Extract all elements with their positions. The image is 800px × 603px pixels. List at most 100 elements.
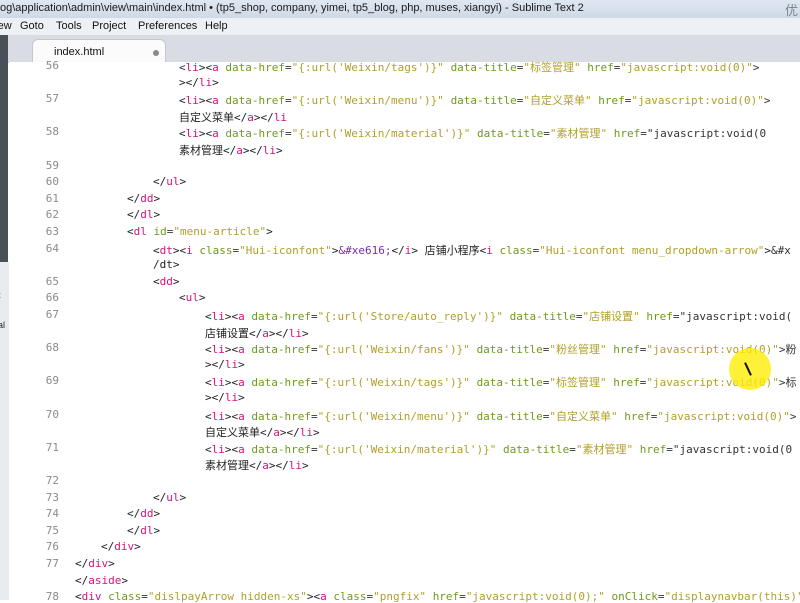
code-token: li <box>212 376 225 389</box>
code-token: a <box>238 443 245 456</box>
code-token: "自定义菜单" <box>549 410 617 423</box>
menu-view[interactable]: View <box>0 20 12 32</box>
code-token: </ <box>249 327 262 340</box>
code-token: id <box>154 225 167 238</box>
code-editor[interactable]: 56<li><a data-href="{:url('Weixin/tags')… <box>9 62 800 600</box>
line-number: 69 <box>9 374 59 387</box>
code-line: <dl id="menu-article"> <box>127 225 273 238</box>
menu-project[interactable]: Project <box>92 20 126 32</box>
code-token: = <box>311 376 318 389</box>
code-token: "pngfix" <box>373 590 426 603</box>
watermark-logo: 优 <box>785 0 798 19</box>
code-token: li <box>300 426 313 439</box>
code-line: <li><a data-href="{:url('Weixin/material… <box>205 441 792 457</box>
code-token: > <box>134 540 141 553</box>
code-token: > <box>764 244 771 257</box>
line-number: 61 <box>9 192 59 205</box>
line-number: 58 <box>9 125 59 138</box>
code-line: </aside> <box>75 574 128 587</box>
code-token: "displaynavbar(this)" <box>665 590 800 603</box>
code-token: </ <box>153 175 166 188</box>
code-token <box>470 376 477 389</box>
code-line: </ul> <box>153 491 186 504</box>
code-token: > <box>173 275 180 288</box>
code-token: = <box>569 443 576 456</box>
code-token: ></ <box>280 426 300 439</box>
code-token: > <box>154 192 161 205</box>
line-number: 70 <box>9 408 59 421</box>
code-token: data-title <box>477 343 543 356</box>
code-line: <dt><i class="Hui-iconfont">&#xe616;</i>… <box>153 242 791 258</box>
code-token: 店铺设置 <box>205 327 249 340</box>
menu-goto[interactable]: Goto <box>20 20 44 32</box>
code-token: a <box>262 327 269 340</box>
code-token: < <box>75 590 82 603</box>
code-token: = <box>285 127 292 140</box>
line-number: 64 <box>9 242 59 255</box>
code-token: > <box>276 144 283 157</box>
code-token: a <box>238 343 245 356</box>
code-token: "{:url('Weixin/tags')}" <box>318 376 470 389</box>
code-token: 自定义菜单 <box>179 111 234 124</box>
code-token: "javascript:void(0)" <box>631 94 763 107</box>
code-token: data-title <box>477 127 543 140</box>
code-token: "标签管理" <box>549 376 606 389</box>
code-token: li <box>186 61 199 74</box>
code-token: > 店铺小程序< <box>411 244 486 257</box>
code-token: </ <box>127 208 140 221</box>
code-token: li <box>212 310 225 323</box>
code-token: > <box>313 426 320 439</box>
code-line: </div> <box>75 557 115 570</box>
code-token: a <box>273 426 280 439</box>
code-token: </ <box>127 507 140 520</box>
code-token: a <box>212 61 219 74</box>
code-line: <li><a data-href="{:url('Weixin/material… <box>179 125 766 141</box>
code-token: "javascript:void(0 <box>647 127 766 140</box>
code-token: a <box>238 376 245 389</box>
code-token: < <box>179 291 186 304</box>
code-token: > <box>199 61 206 74</box>
code-token: a <box>320 590 327 603</box>
code-token: </ <box>234 111 247 124</box>
code-token: </ <box>127 192 140 205</box>
code-token: dt <box>160 244 173 257</box>
code-token: ul <box>166 491 179 504</box>
code-token: = <box>311 343 318 356</box>
code-token: href <box>613 376 640 389</box>
code-token: class <box>199 244 232 257</box>
code-token: "标签管理" <box>523 61 580 74</box>
code-token: < <box>205 343 212 356</box>
menu-help[interactable]: Help <box>205 20 228 32</box>
code-token: class <box>499 244 532 257</box>
code-line: </dd> <box>127 507 160 520</box>
code-token: i <box>486 244 493 257</box>
code-token: ></ <box>269 327 289 340</box>
line-number: 66 <box>9 291 59 304</box>
menu-preferences[interactable]: Preferences <box>138 20 197 32</box>
code-token: a <box>247 111 254 124</box>
code-token: >< <box>225 410 238 423</box>
code-token: </ <box>391 244 404 257</box>
code-token: li <box>212 343 225 356</box>
menu-tools[interactable]: Tools <box>56 20 82 32</box>
code-token: "{:url('Weixin/tags')}" <box>292 61 444 74</box>
code-token: data-title <box>477 376 543 389</box>
code-token: >< <box>199 127 212 140</box>
code-token <box>470 410 477 423</box>
code-token: "{:url('Store/auto_reply')}" <box>318 310 503 323</box>
code-token <box>444 94 451 107</box>
code-token: "{:url('Weixin/menu')}" <box>318 410 470 423</box>
code-token: a <box>212 127 219 140</box>
code-line: 店铺设置</a></li> <box>205 325 309 341</box>
code-token: "menu-article" <box>173 225 266 238</box>
line-number: 75 <box>9 524 59 537</box>
code-token: </ <box>153 491 166 504</box>
code-token: "素材管理" <box>576 443 633 456</box>
menu-bar: View Goto Tools Project Preferences Help <box>0 18 800 36</box>
line-number: 62 <box>9 208 59 221</box>
unsaved-dot-icon[interactable] <box>153 50 159 56</box>
code-token: < <box>205 376 212 389</box>
code-token: dd <box>140 192 153 205</box>
code-token: ></ <box>269 459 289 472</box>
code-token: >< <box>225 443 238 456</box>
